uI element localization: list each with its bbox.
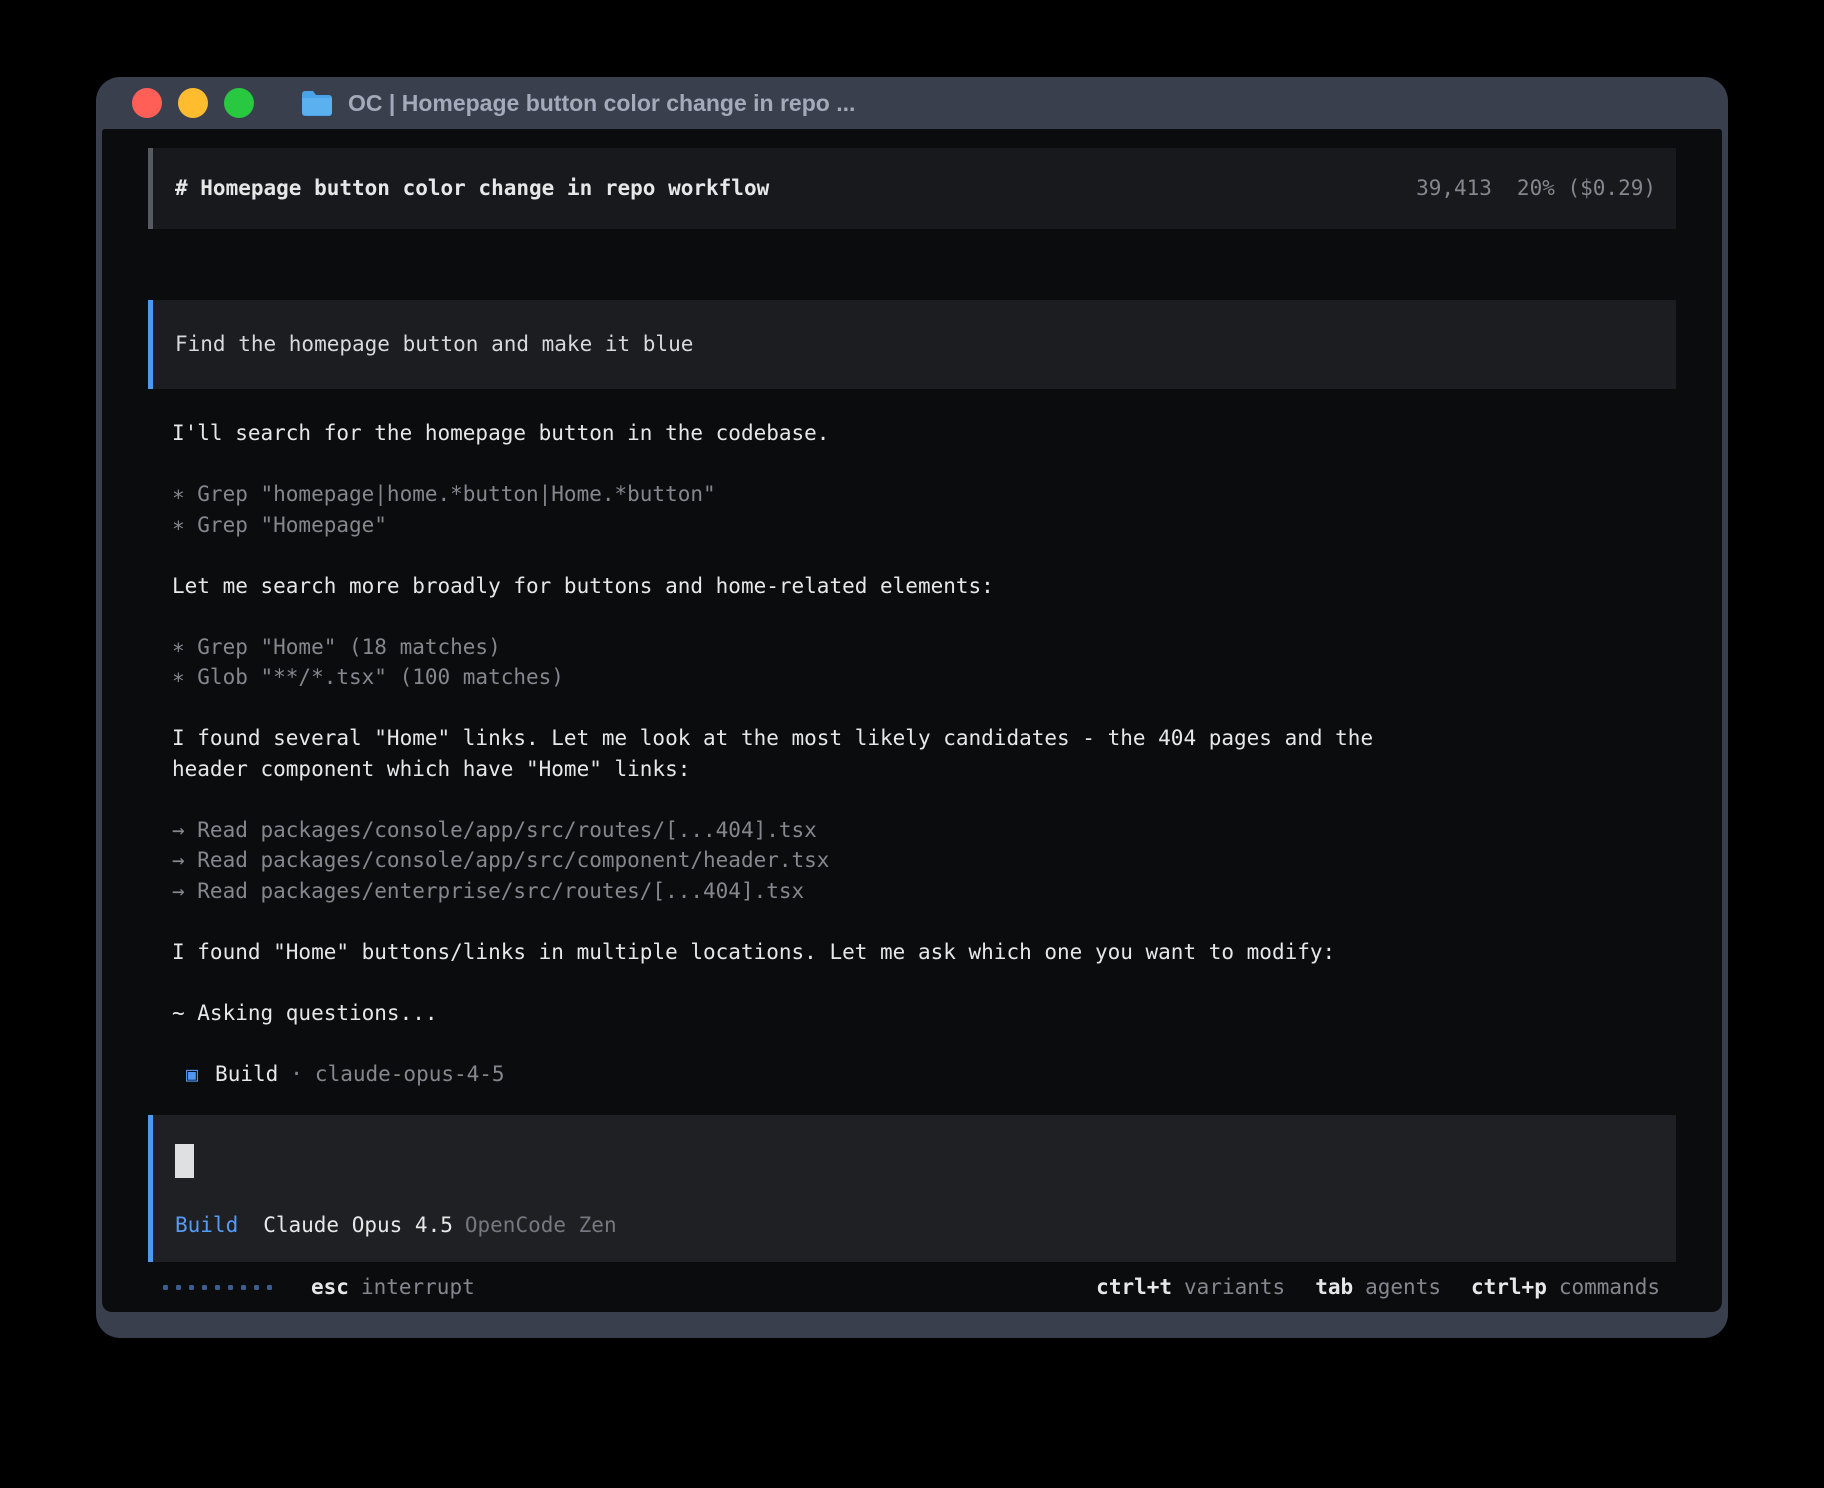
keybind-hint: ctrl+t variants: [1096, 1272, 1285, 1303]
agent-separator: ·: [290, 1059, 303, 1090]
text-cursor: [175, 1144, 194, 1178]
transcript-line: ∗ Grep "Homepage": [172, 510, 1722, 541]
statusbar-right: ctrl+t variants tab agents ctrl+p comman…: [1096, 1272, 1660, 1303]
transcript-line: I'll search for the homepage button in t…: [172, 418, 1722, 449]
keybind-hint: tab agents: [1315, 1272, 1441, 1303]
minimize-button[interactable]: [178, 88, 208, 118]
activity-spinner-icon: [163, 1285, 272, 1290]
input-agent-label[interactable]: Build: [175, 1210, 238, 1241]
transcript-line: [172, 540, 1722, 571]
input-model-label[interactable]: Claude Opus 4.5: [263, 1210, 453, 1241]
keybind-key: ctrl+p: [1471, 1272, 1547, 1303]
user-message-text: Find the homepage button and make it blu…: [175, 329, 693, 360]
context-usage-cost: 20% ($0.29): [1517, 173, 1656, 204]
interrupt-hint: esc interrupt: [311, 1272, 475, 1303]
input-meta: Build Claude Opus 4.5 OpenCode Zen: [175, 1210, 1676, 1241]
agent-model: claude-opus-4-5: [315, 1059, 505, 1090]
maximize-button[interactable]: [224, 88, 254, 118]
transcript-line: → Read packages/console/app/src/componen…: [172, 845, 1722, 876]
transcript-line: I found several "Home" links. Let me loo…: [172, 723, 1722, 754]
transcript-line: [172, 601, 1722, 632]
transcript-line: → Read packages/console/app/src/routes/[…: [172, 815, 1722, 846]
agent-status: ▣ Build · claude-opus-4-5: [186, 1059, 1722, 1090]
agent-name: Build: [215, 1059, 278, 1090]
folder-icon: [300, 90, 334, 117]
token-count: 39,413: [1416, 173, 1492, 204]
transcript-line: [172, 449, 1722, 480]
prompt-input[interactable]: Build Claude Opus 4.5 OpenCode Zen: [148, 1115, 1676, 1262]
transcript-line: [172, 906, 1722, 937]
transcript-line: [172, 693, 1722, 724]
transcript-line: Let me search more broadly for buttons a…: [172, 571, 1722, 602]
window-title: OC | Homepage button color change in rep…: [348, 90, 855, 117]
statusbar: esc interrupt ctrl+t variants tab agents: [163, 1272, 1660, 1302]
transcript-line: ∗ Grep "homepage|home.*button|Home.*butt…: [172, 479, 1722, 510]
transcript: I'll search for the homepage button in t…: [172, 418, 1722, 1028]
interrupt-key: esc: [311, 1272, 349, 1303]
transcript-line: [172, 784, 1722, 815]
transcript-line: [172, 967, 1722, 998]
keybind-label: variants: [1184, 1272, 1285, 1303]
agent-badge-icon: ▣: [186, 1059, 198, 1090]
keybind-label: agents: [1365, 1272, 1441, 1303]
keybind-hint: ctrl+p commands: [1471, 1272, 1660, 1303]
session-title: # Homepage button color change in repo w…: [175, 173, 769, 204]
user-message: Find the homepage button and make it blu…: [148, 300, 1676, 389]
close-button[interactable]: [132, 88, 162, 118]
terminal-window: OC | Homepage button color change in rep…: [96, 77, 1728, 1338]
titlebar[interactable]: OC | Homepage button color change in rep…: [102, 77, 1722, 129]
transcript-line: ∗ Grep "Home" (18 matches): [172, 632, 1722, 663]
interrupt-label: interrupt: [361, 1272, 475, 1303]
statusbar-left: esc interrupt: [163, 1272, 475, 1303]
input-provider-label: OpenCode Zen: [465, 1210, 617, 1241]
transcript-line: → Read packages/enterprise/src/routes/[.…: [172, 876, 1722, 907]
transcript-line: ~ Asking questions...: [172, 998, 1722, 1029]
keybind-key: tab: [1315, 1272, 1353, 1303]
traffic-lights: [132, 88, 254, 118]
transcript-line: ∗ Glob "**/*.tsx" (100 matches): [172, 662, 1722, 693]
terminal-content: # Homepage button color change in repo w…: [102, 129, 1722, 1312]
keybind-label: commands: [1559, 1272, 1660, 1303]
session-stats: 39,413 20% ($0.29): [1416, 173, 1656, 204]
transcript-line: I found "Home" buttons/links in multiple…: [172, 937, 1722, 968]
transcript-line: header component which have "Home" links…: [172, 754, 1722, 785]
session-header: # Homepage button color change in repo w…: [148, 148, 1676, 229]
keybind-key: ctrl+t: [1096, 1272, 1172, 1303]
